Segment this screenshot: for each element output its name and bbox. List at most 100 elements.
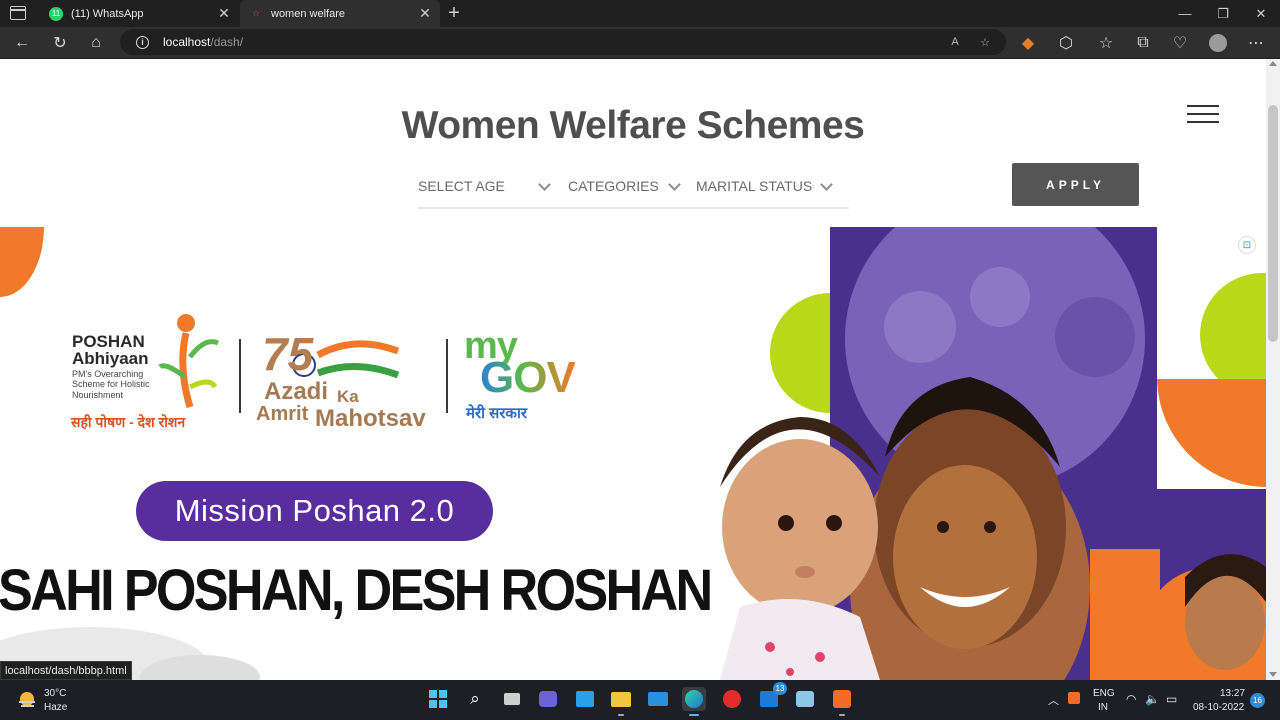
mission-poshan-badge: Mission Poshan 2.0 (136, 481, 493, 541)
read-aloud-icon[interactable]: A (946, 33, 964, 51)
banner-image: POSHAN Abhiyaan PM's Overarching Scheme … (0, 227, 1266, 680)
url-text[interactable]: localhost/dash/ (163, 35, 243, 49)
tab-women-welfare[interactable]: ☆ women welfare ✕ (240, 0, 440, 27)
poshan-subtitle: Nourishment (72, 389, 124, 400)
whatsapp-icon: 11 (49, 6, 63, 21)
divider (239, 339, 241, 413)
close-tab-icon[interactable]: ✕ (416, 5, 434, 22)
extensions-icon[interactable]: ⬡ (1054, 31, 1078, 55)
notification-count-badge[interactable]: 16 (1250, 693, 1265, 708)
speaker-muted-icon[interactable]: 🔈 (1145, 692, 1160, 706)
marital-status-dropdown[interactable]: MARITAL STATUS (696, 176, 812, 196)
language-text[interactable]: ENG (1093, 688, 1115, 699)
youtube-music-icon[interactable] (720, 687, 744, 711)
poshan-subtitle: PM's Overarching (72, 369, 144, 379)
favorite-add-icon[interactable]: ☆ (976, 33, 994, 51)
azadi-75-logo: 75 (262, 328, 314, 380)
categories-label: CATEGORIES (568, 178, 659, 194)
poshan-title: POSHAN (72, 332, 145, 351)
microsoft-store-icon[interactable] (573, 687, 597, 711)
clock-time[interactable]: 13:27 (1220, 688, 1245, 699)
tab-actions-icon[interactable] (10, 6, 26, 20)
unread-badge: 13 (773, 682, 787, 695)
home-icon[interactable]: ⌂ (84, 31, 108, 55)
running-indicator (618, 714, 624, 716)
metamask-icon[interactable]: ◆ (1016, 31, 1040, 55)
url-path: /dash/ (210, 35, 244, 49)
ka-text: Ka (337, 387, 359, 406)
scroll-thumb[interactable] (1268, 105, 1278, 342)
more-options-icon[interactable]: ⋯ (1244, 31, 1268, 55)
outlook-icon[interactable]: 13 (757, 682, 787, 711)
minimize-icon[interactable]: — (1166, 0, 1204, 27)
scroll-up-arrow-icon[interactable] (1269, 61, 1277, 66)
tab-bar: 11 (11) WhatsApp ✕ ☆ women welfare ✕ + —… (0, 0, 1280, 27)
teams-chat-icon[interactable] (536, 687, 560, 711)
clock-date[interactable]: 08-10-2022 (1193, 702, 1244, 713)
page-icon: ☆ (251, 8, 261, 18)
poshan-subtitle: Scheme for Holistic (72, 379, 150, 390)
tab-whatsapp[interactable]: 11 (11) WhatsApp ✕ (40, 0, 239, 27)
xampp-tray-icon[interactable] (1068, 692, 1080, 704)
mygov-hindi-text: मेरी सरकार (466, 405, 527, 422)
close-tab-icon[interactable]: ✕ (215, 5, 233, 22)
slogan-text: SAHI POSHAN, DESH ROSHAN (0, 558, 713, 623)
file-explorer-icon[interactable] (609, 687, 633, 716)
browser-essentials-icon[interactable]: ♡ (1168, 31, 1192, 55)
weather-haze-icon[interactable] (17, 690, 37, 710)
visual-search-icon[interactable]: ⊡ (1238, 236, 1256, 254)
poshan-abhiyaan-logo: POSHAN Abhiyaan PM's Overarching Scheme … (72, 333, 150, 400)
status-url-tooltip: localhost/dash/bbbp.html (0, 661, 132, 680)
filter-bar: SELECT AGE CATEGORIES MARITAL STATUS (418, 169, 849, 209)
amrit-text: Amrit (256, 403, 309, 425)
abhiyaan-title: Abhiyaan (72, 349, 149, 368)
refresh-icon[interactable]: ↻ (48, 31, 72, 55)
select-age-dropdown[interactable]: SELECT AGE (418, 176, 505, 196)
windows-start-icon[interactable] (426, 687, 450, 711)
gov-text: GOV (480, 353, 576, 402)
marital-status-label: MARITAL STATUS (696, 178, 813, 194)
battery-icon[interactable]: ▭ (1166, 692, 1177, 706)
azadi-text: Azadi (264, 378, 329, 405)
edge-icon[interactable] (682, 687, 706, 716)
chevron-down-icon[interactable] (538, 178, 551, 191)
apply-button[interactable]: APPLY (1012, 163, 1139, 206)
taskbar: 30°C Haze ⌕ 13 ︿ ENG IN ◠ 🔈 ▭ 13:27 08-1… (0, 680, 1280, 720)
page-scrollbar[interactable] (1266, 59, 1280, 680)
select-age-label: SELECT AGE (418, 178, 505, 194)
collections-icon[interactable]: ⧉ (1131, 31, 1155, 55)
chevron-down-icon[interactable] (820, 178, 833, 191)
address-bar[interactable]: i localhost/dash/ A ☆ (120, 29, 1006, 55)
search-icon[interactable]: ⌕ (463, 687, 487, 711)
categories-dropdown[interactable]: CATEGORIES (568, 176, 659, 196)
poshan-hindi-tagline: सही पोषण - देश रोशन (71, 414, 186, 430)
xampp-icon[interactable] (830, 687, 854, 716)
mygov-gov-text: GOV (480, 353, 576, 403)
close-window-icon[interactable]: ✕ (1242, 0, 1280, 27)
show-hidden-icons-chevron-icon[interactable]: ︿ (1048, 692, 1059, 708)
region-text[interactable]: IN (1098, 702, 1108, 713)
profile-avatar-icon[interactable] (1206, 31, 1230, 55)
menu-icon[interactable] (1187, 105, 1219, 125)
running-indicator (839, 714, 845, 716)
page-title: Women Welfare Schemes (401, 104, 865, 147)
tab-label: women welfare (271, 7, 345, 20)
scroll-down-arrow-icon[interactable] (1269, 672, 1277, 677)
tab-label: (11) WhatsApp (71, 7, 144, 20)
url-host: localhost (163, 35, 211, 49)
wifi-icon[interactable]: ◠ (1126, 692, 1136, 706)
active-indicator (689, 714, 699, 716)
site-info-icon[interactable]: i (136, 35, 149, 49)
favorites-icon[interactable]: ☆ (1094, 31, 1118, 55)
divider (446, 339, 448, 413)
restore-icon[interactable]: ❐ (1204, 0, 1242, 27)
back-icon[interactable]: ← (10, 31, 34, 55)
web-page: Women Welfare Schemes SELECT AGE CATEGOR… (0, 59, 1266, 680)
task-view-icon[interactable] (500, 687, 524, 711)
chevron-down-icon[interactable] (668, 178, 681, 191)
temperature-text: 30°C (44, 688, 67, 699)
photos-icon[interactable] (793, 687, 817, 711)
new-tab-icon[interactable]: + (444, 2, 464, 24)
mail-icon[interactable] (646, 687, 670, 711)
mahotsav-text: Mahotsav (315, 405, 426, 432)
